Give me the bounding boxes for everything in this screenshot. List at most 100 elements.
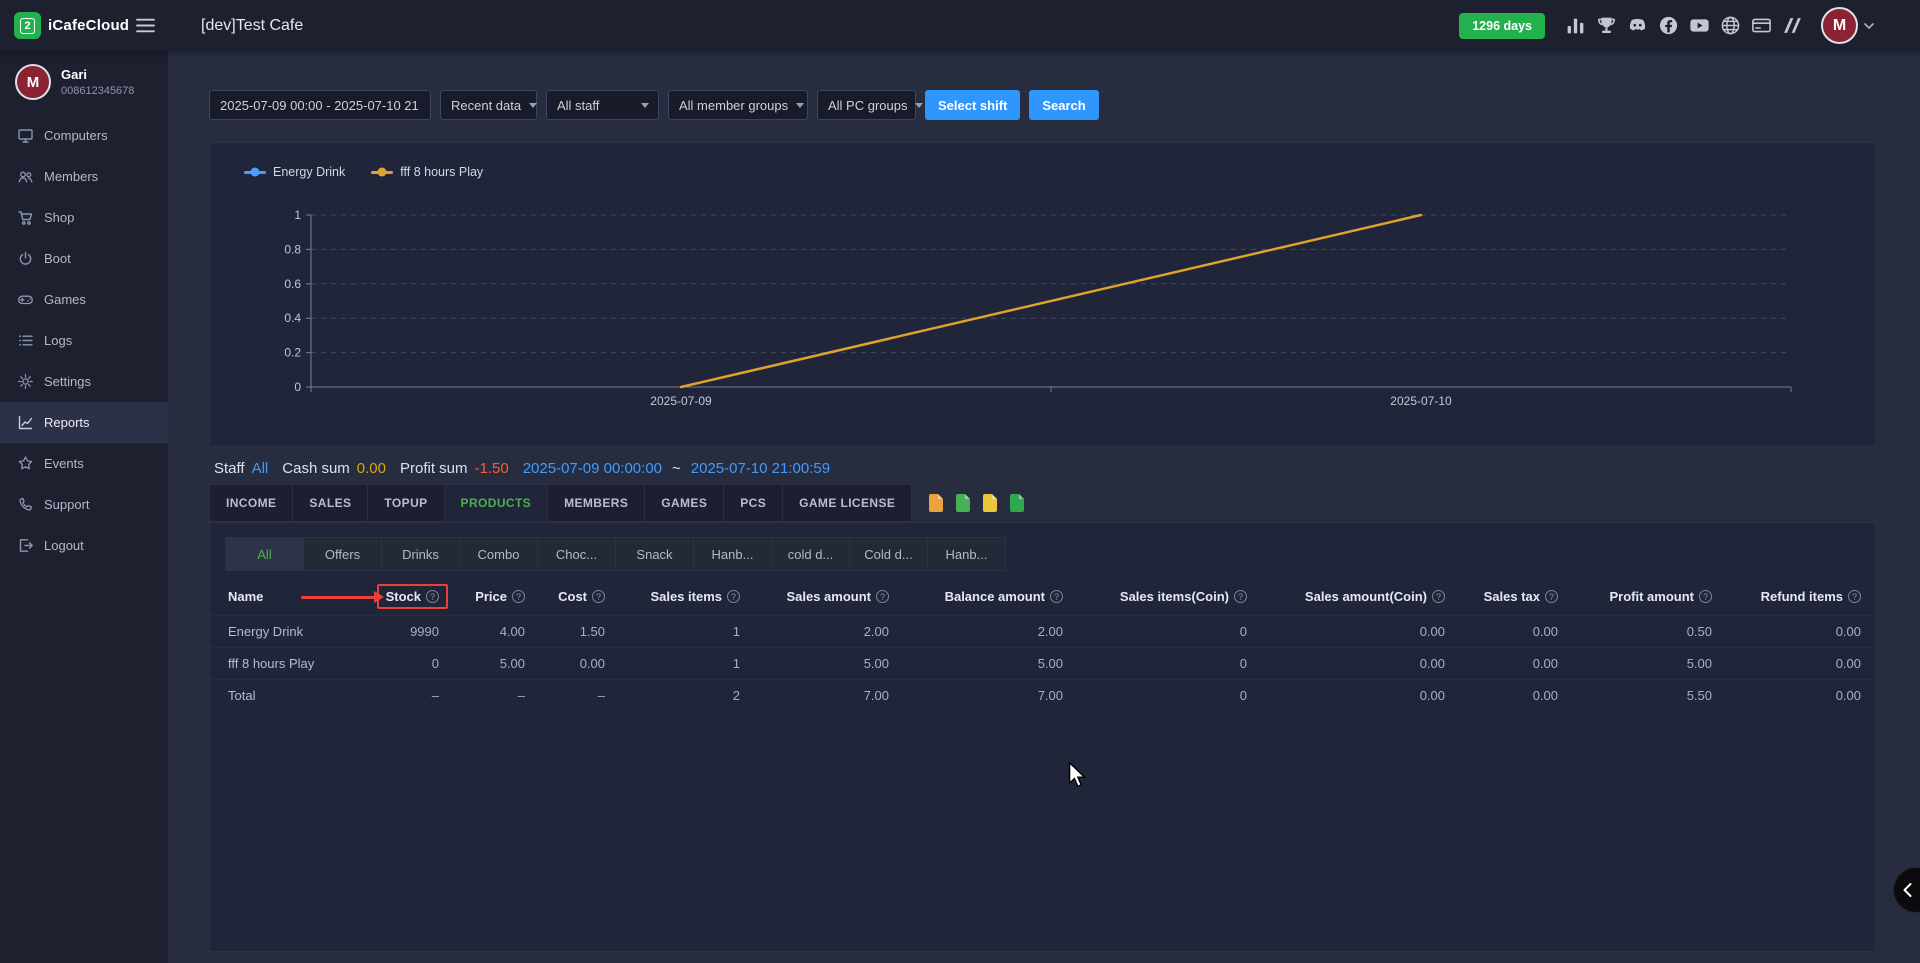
sidebar-item-logs[interactable]: Logs <box>0 320 168 361</box>
info-icon[interactable]: ? <box>1432 590 1445 603</box>
info-icon[interactable]: ? <box>727 590 740 603</box>
info-icon[interactable]: ? <box>592 590 605 603</box>
profit-sum-value: -1.50 <box>475 460 509 477</box>
sidebar-item-label: Boot <box>44 251 71 266</box>
subscription-days-badge[interactable]: 1296 days <box>1459 13 1545 39</box>
subtab-hanb-6[interactable]: Hanb... <box>693 537 772 571</box>
report-tabs: INCOMESALESTOPUPPRODUCTSMEMBERSGAMESPCSG… <box>209 484 911 522</box>
cell: fff 8 hours Play <box>210 647 345 679</box>
period-separator: ~ <box>672 460 681 477</box>
sidebar-item-logout[interactable]: Logout <box>0 525 168 566</box>
tab-members[interactable]: MEMBERS <box>547 484 645 522</box>
cell: 0.00 <box>541 647 621 679</box>
tab-games[interactable]: GAMES <box>644 484 724 522</box>
user-card[interactable]: M Gari 008612345678 <box>0 51 168 115</box>
cell: – <box>345 679 455 711</box>
info-icon[interactable]: ? <box>876 590 889 603</box>
sidebar-item-computers[interactable]: Computers <box>0 115 168 156</box>
sidebar-item-games[interactable]: Games <box>0 279 168 320</box>
subtab-all-0[interactable]: All <box>225 537 304 571</box>
sidebar-item-reports[interactable]: Reports <box>0 402 168 443</box>
youtube-icon[interactable] <box>1689 15 1710 36</box>
billing-card-icon[interactable] <box>1751 15 1772 36</box>
subtab-hanb-9[interactable]: Hanb... <box>927 537 1006 571</box>
col-cost: Cost? <box>541 579 621 615</box>
tab-income[interactable]: INCOME <box>209 484 293 522</box>
cell: 0.00 <box>1461 647 1574 679</box>
tab-game-license[interactable]: GAME LICENSE <box>782 484 912 522</box>
sidebar-item-shop[interactable]: Shop <box>0 197 168 238</box>
staff-select[interactable]: All staff <box>546 90 659 120</box>
tab-topup[interactable]: TOPUP <box>367 484 444 522</box>
subtab-snack-5[interactable]: Snack <box>615 537 694 571</box>
sidebar-item-label: Logs <box>44 333 72 348</box>
legend-marker-icon <box>371 171 393 174</box>
sidebar-item-events[interactable]: Events <box>0 443 168 484</box>
info-icon[interactable]: ? <box>1699 590 1712 603</box>
info-icon[interactable]: ? <box>426 590 439 603</box>
cell: 7.00 <box>756 679 905 711</box>
info-icon[interactable]: ? <box>1545 590 1558 603</box>
tab-sales[interactable]: SALES <box>292 484 368 522</box>
legend-item[interactable]: Energy Drink <box>244 165 345 179</box>
select-shift-button[interactable]: Select shift <box>925 90 1020 120</box>
cell: 0 <box>1079 647 1263 679</box>
sidebar-item-boot[interactable]: Boot <box>0 238 168 279</box>
table-row: fff 8 hours Play05.000.0015.005.0000.000… <box>210 647 1877 679</box>
info-icon[interactable]: ? <box>1234 590 1247 603</box>
subtab-drinks-2[interactable]: Drinks <box>381 537 460 571</box>
pc-group-select[interactable]: All PC groups <box>817 90 916 120</box>
facebook-icon[interactable] <box>1658 15 1679 36</box>
sidebar-item-members[interactable]: Members <box>0 156 168 197</box>
sidebar-item-support[interactable]: Support <box>0 484 168 525</box>
app-logo[interactable]: 2 iCafeCloud <box>14 12 129 39</box>
export-csv-icon[interactable] <box>956 494 970 512</box>
subtab-combo-3[interactable]: Combo <box>459 537 538 571</box>
cell: 2 <box>621 679 756 711</box>
tab-pcs[interactable]: PCS <box>723 484 783 522</box>
subtab-choc-4[interactable]: Choc... <box>537 537 616 571</box>
tab-products[interactable]: PRODUCTS <box>444 484 549 522</box>
legend-item[interactable]: fff 8 hours Play <box>371 165 483 179</box>
subtab-cold-d-7[interactable]: cold d... <box>771 537 850 571</box>
cell: 7.00 <box>905 679 1079 711</box>
subtab-cold-d-8[interactable]: Cold d... <box>849 537 928 571</box>
info-icon[interactable]: ? <box>1050 590 1063 603</box>
col-balance-amount: Balance amount? <box>905 579 1079 615</box>
column-label: Sales tax <box>1484 589 1540 604</box>
info-icon[interactable]: ? <box>512 590 525 603</box>
globe-icon[interactable] <box>1720 15 1741 36</box>
diagonal-bars-icon[interactable] <box>1782 15 1803 36</box>
export-xls-icon[interactable] <box>983 494 997 512</box>
period-start: 2025-07-09 00:00:00 <box>523 460 662 477</box>
table-row: Energy Drink99904.001.5012.002.0000.000.… <box>210 615 1877 647</box>
cell: 1 <box>621 647 756 679</box>
users-icon <box>17 168 34 185</box>
col-sales-tax: Sales tax? <box>1461 579 1574 615</box>
menu-toggle-button[interactable] <box>136 18 155 33</box>
equalizer-icon[interactable] <box>1565 15 1586 36</box>
page: { "colors": { "accent_blue": "#2f96fb", … <box>0 0 1920 963</box>
caret-down-icon <box>529 103 537 108</box>
subtab-offers-1[interactable]: Offers <box>303 537 382 571</box>
sidebar-item-label: Shop <box>44 210 74 225</box>
data-source-select[interactable]: Recent data <box>440 90 537 120</box>
column-label: Name <box>228 589 263 604</box>
cell: 5.00 <box>1574 647 1728 679</box>
info-icon[interactable]: ? <box>1848 590 1861 603</box>
trophy-icon[interactable] <box>1596 15 1617 36</box>
app-logo-glyph: 2 <box>20 18 34 34</box>
export-excel-icon[interactable] <box>1010 494 1024 512</box>
export-pdf-icon[interactable] <box>929 494 943 512</box>
cell: 4.00 <box>455 615 541 647</box>
sidebar-item-label: Settings <box>44 374 91 389</box>
search-button[interactable]: Search <box>1029 90 1098 120</box>
date-range-input[interactable] <box>209 90 431 120</box>
svg-text:0.4: 0.4 <box>284 311 301 325</box>
product-category-tabs: AllOffersDrinksComboChoc...SnackHanb...c… <box>225 537 1875 571</box>
discord-icon[interactable] <box>1627 15 1648 36</box>
phone-icon <box>17 496 34 513</box>
member-group-select[interactable]: All member groups <box>668 90 808 120</box>
sidebar-item-settings[interactable]: Settings <box>0 361 168 402</box>
user-menu[interactable]: M <box>1821 7 1874 44</box>
